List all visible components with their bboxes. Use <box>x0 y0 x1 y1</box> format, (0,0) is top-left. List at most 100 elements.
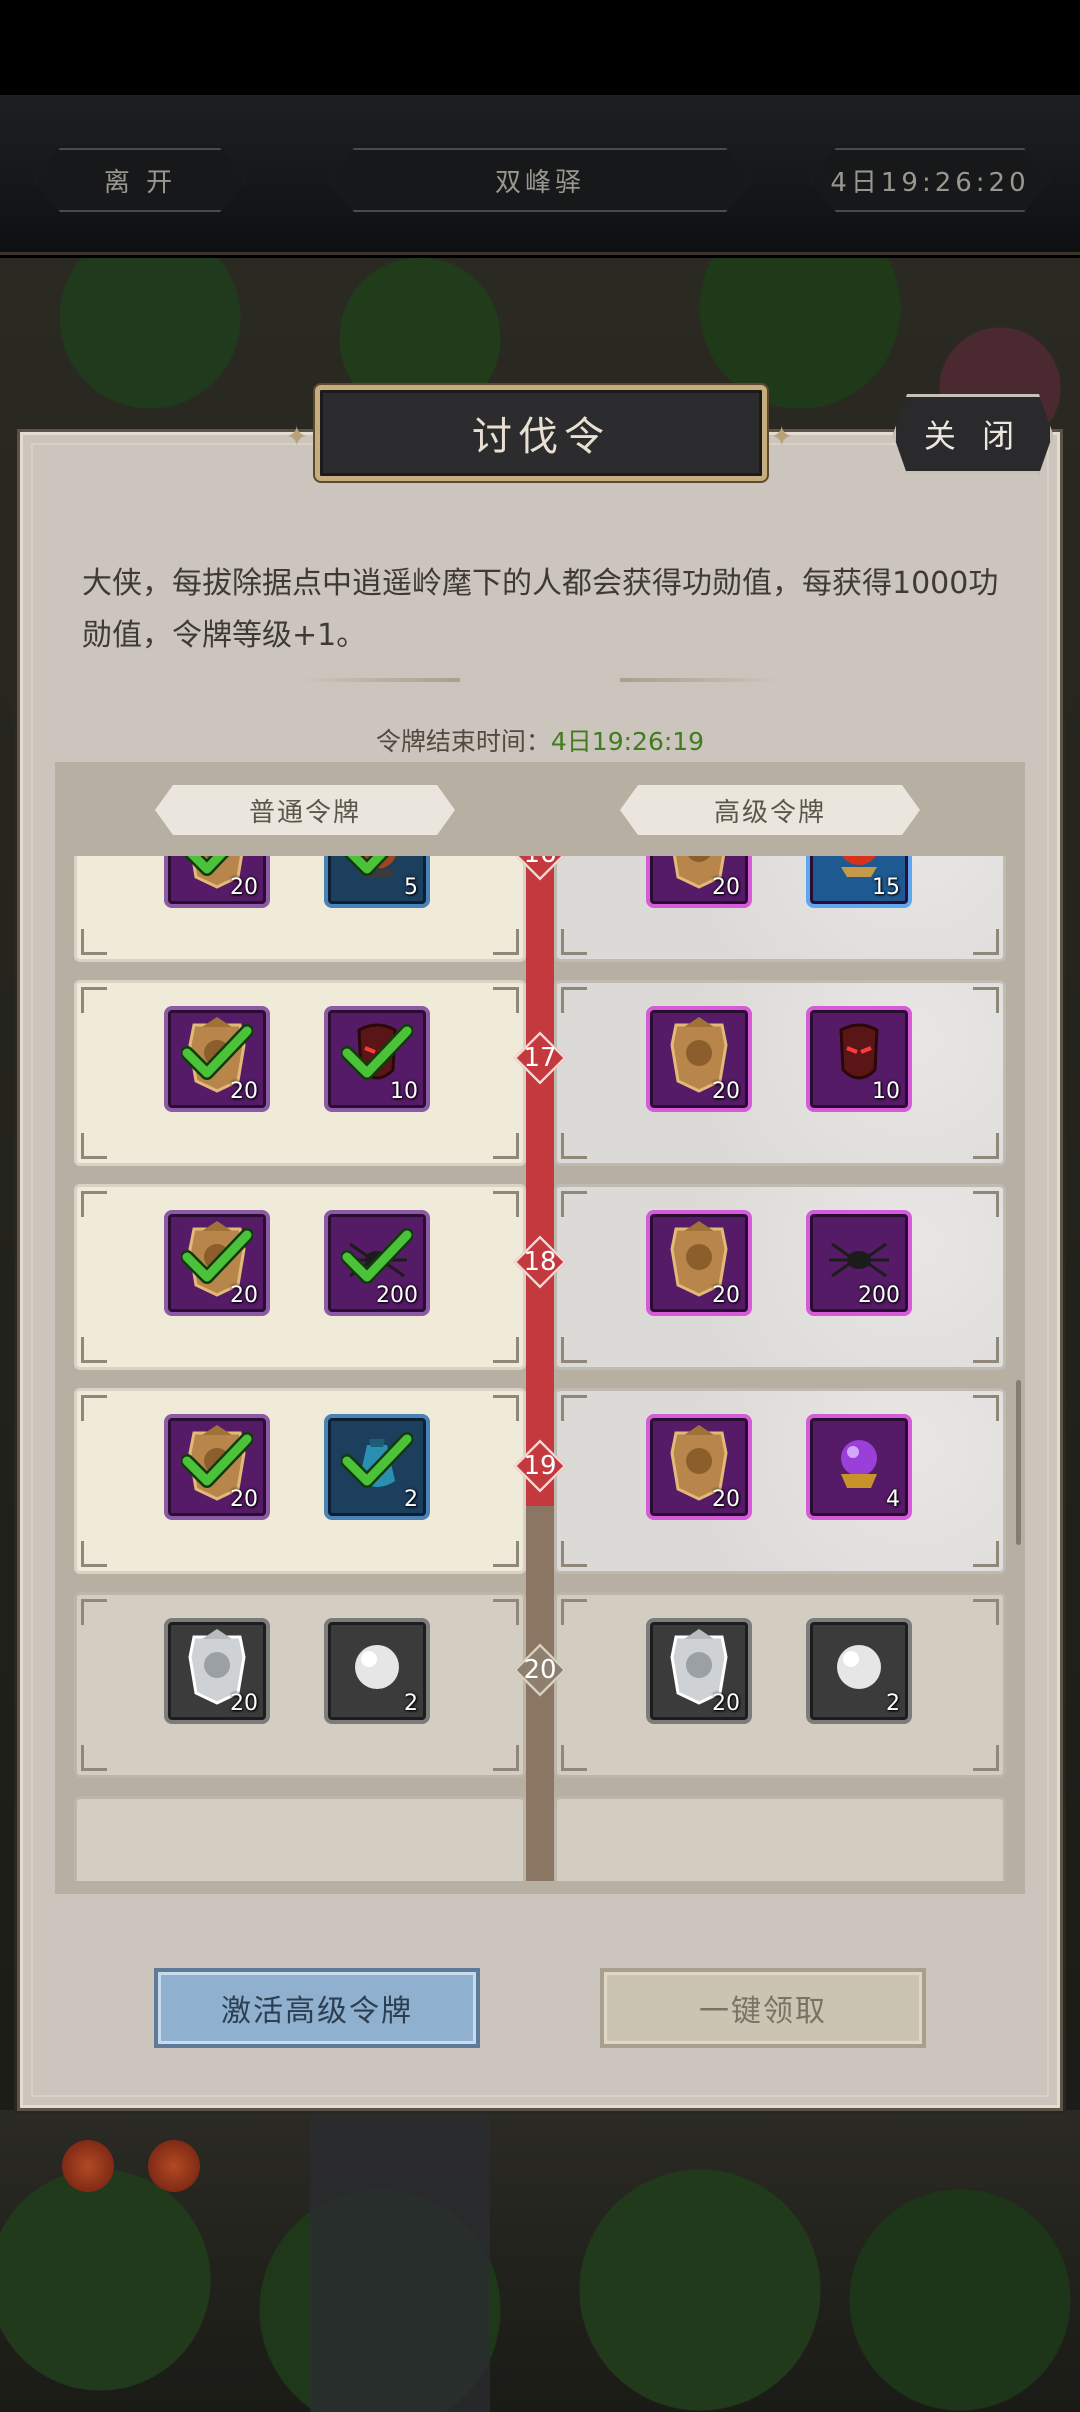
reward-count: 20 <box>230 1079 258 1104</box>
reward-item[interactable]: 20 <box>164 1414 270 1520</box>
level-badge: 18 <box>513 1235 567 1289</box>
reward-count: 4 <box>886 1487 900 1512</box>
reward-item[interactable]: 2 <box>324 1414 430 1520</box>
level-badge: 19 <box>513 1439 567 1493</box>
reward-item[interactable]: 20 <box>646 1618 752 1724</box>
reward-item[interactable]: 20 <box>646 1414 752 1520</box>
normal-reward-cell <box>74 1796 526 1881</box>
premium-reward-cell <box>554 980 1006 1166</box>
event-timer: 4日19:26:20 <box>810 150 1050 210</box>
panel-corner-ornament <box>973 1541 999 1567</box>
claimed-check-icon <box>340 1023 414 1087</box>
panel-corner-ornament <box>561 1191 587 1217</box>
panel-corner-ornament <box>493 929 519 955</box>
panel-corner-ornament <box>493 1599 519 1625</box>
panel-corner-ornament <box>561 1337 587 1363</box>
panel-corner-ornament <box>561 929 587 955</box>
panel-corner-ornament <box>561 1395 587 1421</box>
reward-list[interactable]: 20 5 20 15 16 20 10 20 10 17 20 200 20 200 18 20 2 20 4 19 2… <box>74 856 1006 1881</box>
reward-list-scrollbar[interactable] <box>1016 1380 1021 1545</box>
panel-corner-ornament <box>973 1599 999 1625</box>
panel-corner-ornament <box>493 987 519 1013</box>
reward-count: 20 <box>712 1283 740 1308</box>
panel-corner-ornament <box>973 987 999 1013</box>
reward-item[interactable]: 5 <box>324 856 430 908</box>
panel-corner-ornament <box>973 1337 999 1363</box>
location-name: 双峰驿 <box>328 150 752 210</box>
level-number: 17 <box>523 1043 557 1073</box>
reward-count: 20 <box>712 1487 740 1512</box>
panel-corner-ornament <box>81 987 107 1013</box>
reward-item[interactable]: 10 <box>324 1006 430 1112</box>
level-number: 16 <box>516 856 564 878</box>
purple-pouch-icon <box>827 1430 891 1500</box>
divider-left <box>300 678 460 682</box>
premium-token-header: 高级令牌 <box>620 785 920 835</box>
dialog-description: 大侠，每拔除据点中逍遥岭麾下的人都会获得功勋值，每获得1000功勋值，令牌等级+… <box>82 566 999 653</box>
dialog-title-plate: 讨伐令 <box>315 385 767 481</box>
panel-corner-ornament <box>493 1133 519 1159</box>
reward-item[interactable]: 10 <box>806 1006 912 1112</box>
reward-count: 10 <box>390 1079 418 1104</box>
panel-corner-ornament <box>973 1191 999 1217</box>
normal-reward-cell <box>74 980 526 1166</box>
level-number: 18 <box>523 1247 557 1277</box>
level-number: 20 <box>523 1655 557 1685</box>
reward-item[interactable]: 20 <box>164 1006 270 1112</box>
panel-corner-ornament <box>561 1745 587 1771</box>
reward-item[interactable]: 20 <box>164 1210 270 1316</box>
reward-item[interactable]: 20 <box>646 1210 752 1316</box>
end-time-value: 4日19:26:19 <box>550 727 705 756</box>
reward-count: 20 <box>230 1691 258 1716</box>
normal-reward-cell <box>74 856 526 962</box>
normal-reward-cell <box>74 1184 526 1370</box>
panel-corner-ornament <box>973 929 999 955</box>
reward-item[interactable]: 15 <box>806 856 912 908</box>
panel-corner-ornament <box>561 1599 587 1625</box>
panel-corner-ornament <box>561 987 587 1013</box>
reward-item[interactable]: 200 <box>806 1210 912 1316</box>
premium-reward-cell <box>554 856 1006 962</box>
claimed-check-icon <box>180 1227 254 1291</box>
reward-item[interactable]: 200 <box>324 1210 430 1316</box>
panel-corner-ornament <box>493 1541 519 1567</box>
premium-reward-cell <box>554 1388 1006 1574</box>
reward-row: 20 5 20 15 16 <box>74 856 1006 962</box>
claimed-check-icon <box>340 1227 414 1291</box>
panel-corner-ornament <box>81 1133 107 1159</box>
normal-reward-cell <box>74 1592 526 1778</box>
reward-count: 2 <box>886 1691 900 1716</box>
claim-all-button[interactable]: 一键领取 <box>600 1968 926 2048</box>
claimed-check-icon <box>180 1023 254 1087</box>
close-button[interactable]: 关 闭 <box>893 394 1053 474</box>
reward-item[interactable]: 20 <box>164 1618 270 1724</box>
claimed-check-icon <box>341 856 413 883</box>
activate-premium-button[interactable]: 激活高级令牌 <box>154 1968 480 2048</box>
panel-corner-ornament <box>81 1541 107 1567</box>
reward-item[interactable]: 20 <box>164 856 270 908</box>
premium-reward-cell <box>554 1592 1006 1778</box>
dialog-title: 讨伐令 <box>472 414 610 460</box>
panel-corner-ornament <box>561 1133 587 1159</box>
level-number: 19 <box>523 1451 557 1481</box>
reward-item[interactable]: 20 <box>646 856 752 908</box>
reward-count: 20 <box>712 875 740 900</box>
leave-button[interactable]: 离 开 <box>34 150 246 210</box>
reward-count: 5 <box>404 875 418 900</box>
reward-item[interactable]: 2 <box>324 1618 430 1724</box>
pearl-icon <box>347 1637 407 1701</box>
token-end-time: 令牌结束时间：4日19:26:19 <box>0 722 1080 758</box>
reward-item[interactable]: 20 <box>646 1006 752 1112</box>
panel-corner-ornament <box>561 1541 587 1567</box>
reward-count: 20 <box>712 1691 740 1716</box>
end-time-label: 令牌结束时间： <box>375 727 551 756</box>
reward-item[interactable]: 4 <box>806 1414 912 1520</box>
level-badge: 17 <box>513 1031 567 1085</box>
panel-corner-ornament <box>493 1191 519 1217</box>
panel-corner-ornament <box>973 1395 999 1421</box>
divider-right <box>620 678 780 682</box>
reward-item[interactable]: 2 <box>806 1618 912 1724</box>
reward-count: 15 <box>872 875 900 900</box>
reward-count: 200 <box>858 1283 900 1308</box>
normal-token-header: 普通令牌 <box>155 785 455 835</box>
